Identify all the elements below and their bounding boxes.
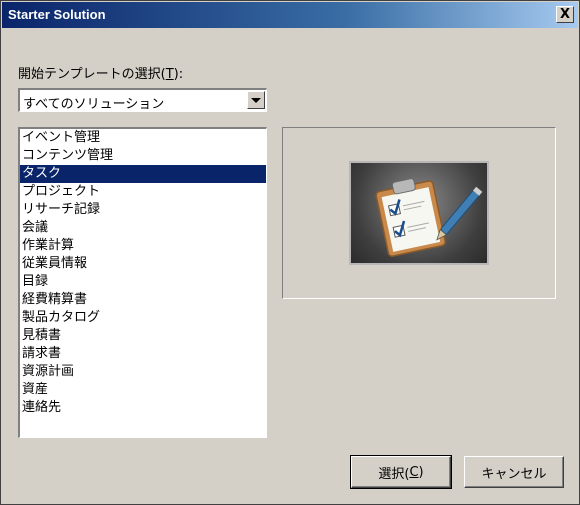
close-icon: X [559,7,571,22]
list-item[interactable]: 目録 [20,273,266,291]
template-select-label-suffix: ): [173,67,184,82]
cancel-button[interactable]: キャンセル [464,456,564,488]
template-select-label-prefix: 開始テンプレートの選択( [18,67,166,82]
list-item[interactable]: 資産 [20,381,266,399]
list-item[interactable]: 見積書 [20,327,266,345]
template-select-label-key: T [165,67,174,82]
list-item[interactable]: プロジェクト [20,183,266,201]
select-button-key: C [409,464,419,480]
template-category-value: すべてのソリューション [23,97,165,112]
list-item[interactable]: タスク [20,165,266,183]
title-bar[interactable]: Starter Solution X [2,2,578,28]
list-item[interactable]: 製品カタログ [20,309,266,327]
list-item[interactable]: コンテンツ管理 [20,147,266,165]
select-button-suffix: ) [418,464,424,480]
close-button[interactable]: X [556,6,574,23]
template-category-dropdown[interactable]: すべてのソリューション [18,88,267,112]
list-item[interactable]: イベント管理 [20,129,266,147]
template-preview-panel [282,127,556,299]
list-item[interactable]: 連絡先 [20,399,266,417]
chevron-down-icon [251,97,261,103]
list-item[interactable]: 資源計画 [20,363,266,381]
list-item[interactable]: 請求書 [20,345,266,363]
clipboard-checklist-icon [349,161,489,265]
template-listbox[interactable]: イベント管理 コンテンツ管理 タスク プロジェクト リサーチ記録 会議 作業計算 従業員情報目… [18,127,267,438]
list-item[interactable]: 作業計算 [20,237,266,255]
list-item[interactable]: リサーチ記録 [20,201,266,219]
window-title: Starter Solution [8,7,106,22]
template-select-label: 開始テンプレートの選択(T): [18,63,183,82]
select-button-prefix: 選択( [378,466,410,482]
dropdown-arrow-button[interactable] [247,91,265,109]
select-button[interactable]: 選択(C) [350,455,452,489]
list-item[interactable]: 会議 [20,219,266,237]
list-item[interactable]: 経費精算書 [20,291,266,309]
list-item[interactable]: 従業員情報 [20,255,266,273]
starter-solution-dialog: Starter Solution X 開始テンプレートの選択(T): すべてのソ… [0,0,580,505]
